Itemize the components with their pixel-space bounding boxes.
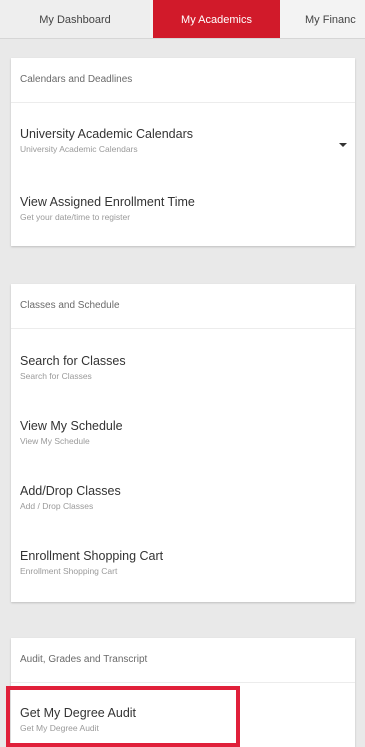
view-my-schedule-link[interactable]: View My Schedule View My Schedule	[20, 418, 325, 447]
item-title: University Academic Calendars	[20, 127, 193, 141]
item-subtitle: Search for Classes	[20, 371, 92, 381]
chevron-down-icon[interactable]	[339, 143, 347, 147]
card-header-classes: Classes and Schedule	[11, 284, 355, 329]
view-assigned-enrollment-time-link[interactable]: View Assigned Enrollment Time Get your d…	[20, 194, 325, 223]
item-subtitle: Get My Degree Audit	[20, 723, 99, 733]
audit-grades-transcript-card: Audit, Grades and Transcript Get My Degr…	[11, 638, 355, 747]
card-header-audit: Audit, Grades and Transcript	[11, 638, 355, 683]
item-title: Search for Classes	[20, 354, 126, 368]
search-for-classes-link[interactable]: Search for Classes Search for Classes	[20, 353, 325, 382]
enrollment-shopping-cart-link[interactable]: Enrollment Shopping Cart Enrollment Shop…	[20, 548, 325, 577]
tab-my-finances[interactable]: My Financ	[280, 0, 365, 38]
item-subtitle: University Academic Calendars	[20, 144, 138, 154]
tab-my-dashboard[interactable]: My Dashboard	[0, 0, 150, 38]
item-subtitle: View My Schedule	[20, 436, 90, 446]
item-title: View Assigned Enrollment Time	[20, 195, 195, 209]
item-title: Add/Drop Classes	[20, 484, 121, 498]
item-title: Get My Degree Audit	[20, 706, 137, 720]
item-subtitle: Get your date/time to register	[20, 212, 131, 222]
item-title: Enrollment Shopping Cart	[20, 549, 164, 563]
card-header-calendars: Calendars and Deadlines	[11, 58, 355, 103]
add-drop-classes-link[interactable]: Add/Drop Classes Add / Drop Classes	[20, 483, 325, 512]
item-subtitle: Enrollment Shopping Cart	[20, 566, 118, 576]
item-subtitle: Add / Drop Classes	[20, 501, 94, 511]
classes-schedule-card: Classes and Schedule Search for Classes …	[11, 284, 355, 602]
university-academic-calendars-link[interactable]: University Academic Calendars University…	[20, 126, 325, 155]
tab-my-academics[interactable]: My Academics	[153, 0, 280, 38]
item-title: View My Schedule	[20, 419, 123, 433]
get-my-degree-audit-link[interactable]: Get My Degree Audit Get My Degree Audit	[20, 705, 325, 734]
top-tab-bar: My Dashboard My Academics My Financ	[0, 0, 365, 39]
calendars-deadlines-card: Calendars and Deadlines University Acade…	[11, 58, 355, 246]
